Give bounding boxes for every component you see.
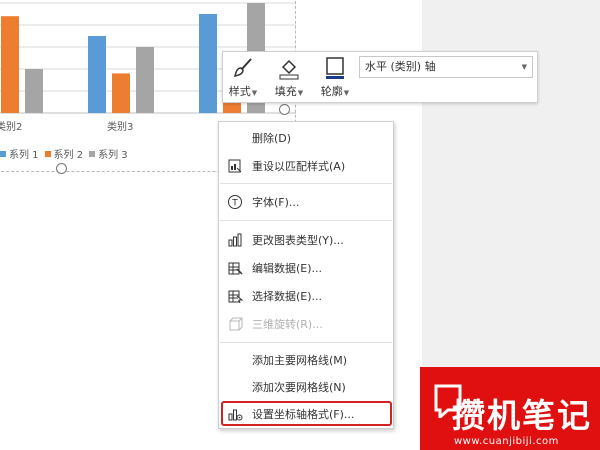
menu-item-add-minor-gridlines[interactable]: 添加次要网格线(N) bbox=[219, 375, 393, 399]
resize-handle-bottom[interactable] bbox=[56, 163, 67, 174]
chevron-down-icon: ▼ bbox=[297, 89, 304, 97]
chevron-down-icon: ▼ bbox=[521, 63, 527, 71]
edit-data-icon bbox=[228, 262, 243, 275]
watermark-logo: 攒机笔记 www.cuanjibiji.com bbox=[420, 367, 600, 450]
legend-item-series-1: 系列 1 bbox=[0, 146, 39, 161]
menu-item-edit-data[interactable]: 编辑数据(E)... bbox=[219, 256, 393, 280]
outline-button[interactable]: 轮廓▼ bbox=[315, 56, 355, 100]
watermark-url: www.cuanjibiji.com bbox=[454, 436, 559, 447]
menu-item-add-major-gridlines[interactable]: 添加主要网格线(M) bbox=[219, 348, 393, 372]
font-icon: T bbox=[228, 195, 242, 209]
chart-element-select[interactable]: 水平 (类别) 轴 ▼ bbox=[359, 56, 533, 78]
outline-icon bbox=[326, 57, 344, 79]
legend-item-series-3: 系列 3 bbox=[89, 146, 128, 161]
style-button[interactable]: 样式▼ bbox=[223, 56, 263, 100]
menu-divider bbox=[220, 342, 392, 343]
3d-rotate-icon bbox=[229, 317, 243, 331]
chevron-down-icon: ▼ bbox=[343, 89, 350, 97]
context-menu: 删除(D) 重设以匹配样式(A) T 字体(F)... 更改图表类型(Y)... bbox=[218, 121, 394, 429]
select-data-icon bbox=[228, 290, 243, 304]
highlight-box bbox=[221, 401, 392, 426]
legend-item-series-2: 系列 2 bbox=[44, 146, 83, 161]
chart-type-icon bbox=[228, 233, 242, 247]
menu-item-reset-style[interactable]: 重设以匹配样式(A) bbox=[219, 154, 393, 178]
menu-item-font[interactable]: T 字体(F)... bbox=[219, 190, 393, 214]
menu-divider bbox=[220, 220, 392, 221]
fill-bucket-icon bbox=[279, 59, 299, 80]
axis-handle[interactable] bbox=[279, 104, 290, 115]
menu-divider bbox=[220, 183, 392, 184]
reset-style-icon bbox=[228, 159, 242, 173]
menu-item-3d-rotation[interactable]: 三维旋转(R)... bbox=[219, 312, 393, 336]
menu-item-delete[interactable]: 删除(D) bbox=[219, 126, 393, 150]
menu-item-change-chart-type[interactable]: 更改图表类型(Y)... bbox=[219, 228, 393, 252]
menu-item-select-data[interactable]: 选择数据(E)... bbox=[219, 284, 393, 308]
chart-legend: 系列 1 系列 2 系列 3 bbox=[0, 146, 128, 161]
chevron-down-icon: ▼ bbox=[251, 89, 258, 97]
watermark-title: 攒机笔记 bbox=[452, 396, 592, 435]
brush-icon bbox=[233, 58, 252, 78]
chart-format-toolbar: 样式▼ 填充▼ 轮廓▼ 水平 (类别) 轴 ▼ bbox=[222, 51, 538, 103]
fill-button[interactable]: 填充▼ bbox=[269, 56, 309, 100]
svg-text:T: T bbox=[231, 199, 238, 209]
